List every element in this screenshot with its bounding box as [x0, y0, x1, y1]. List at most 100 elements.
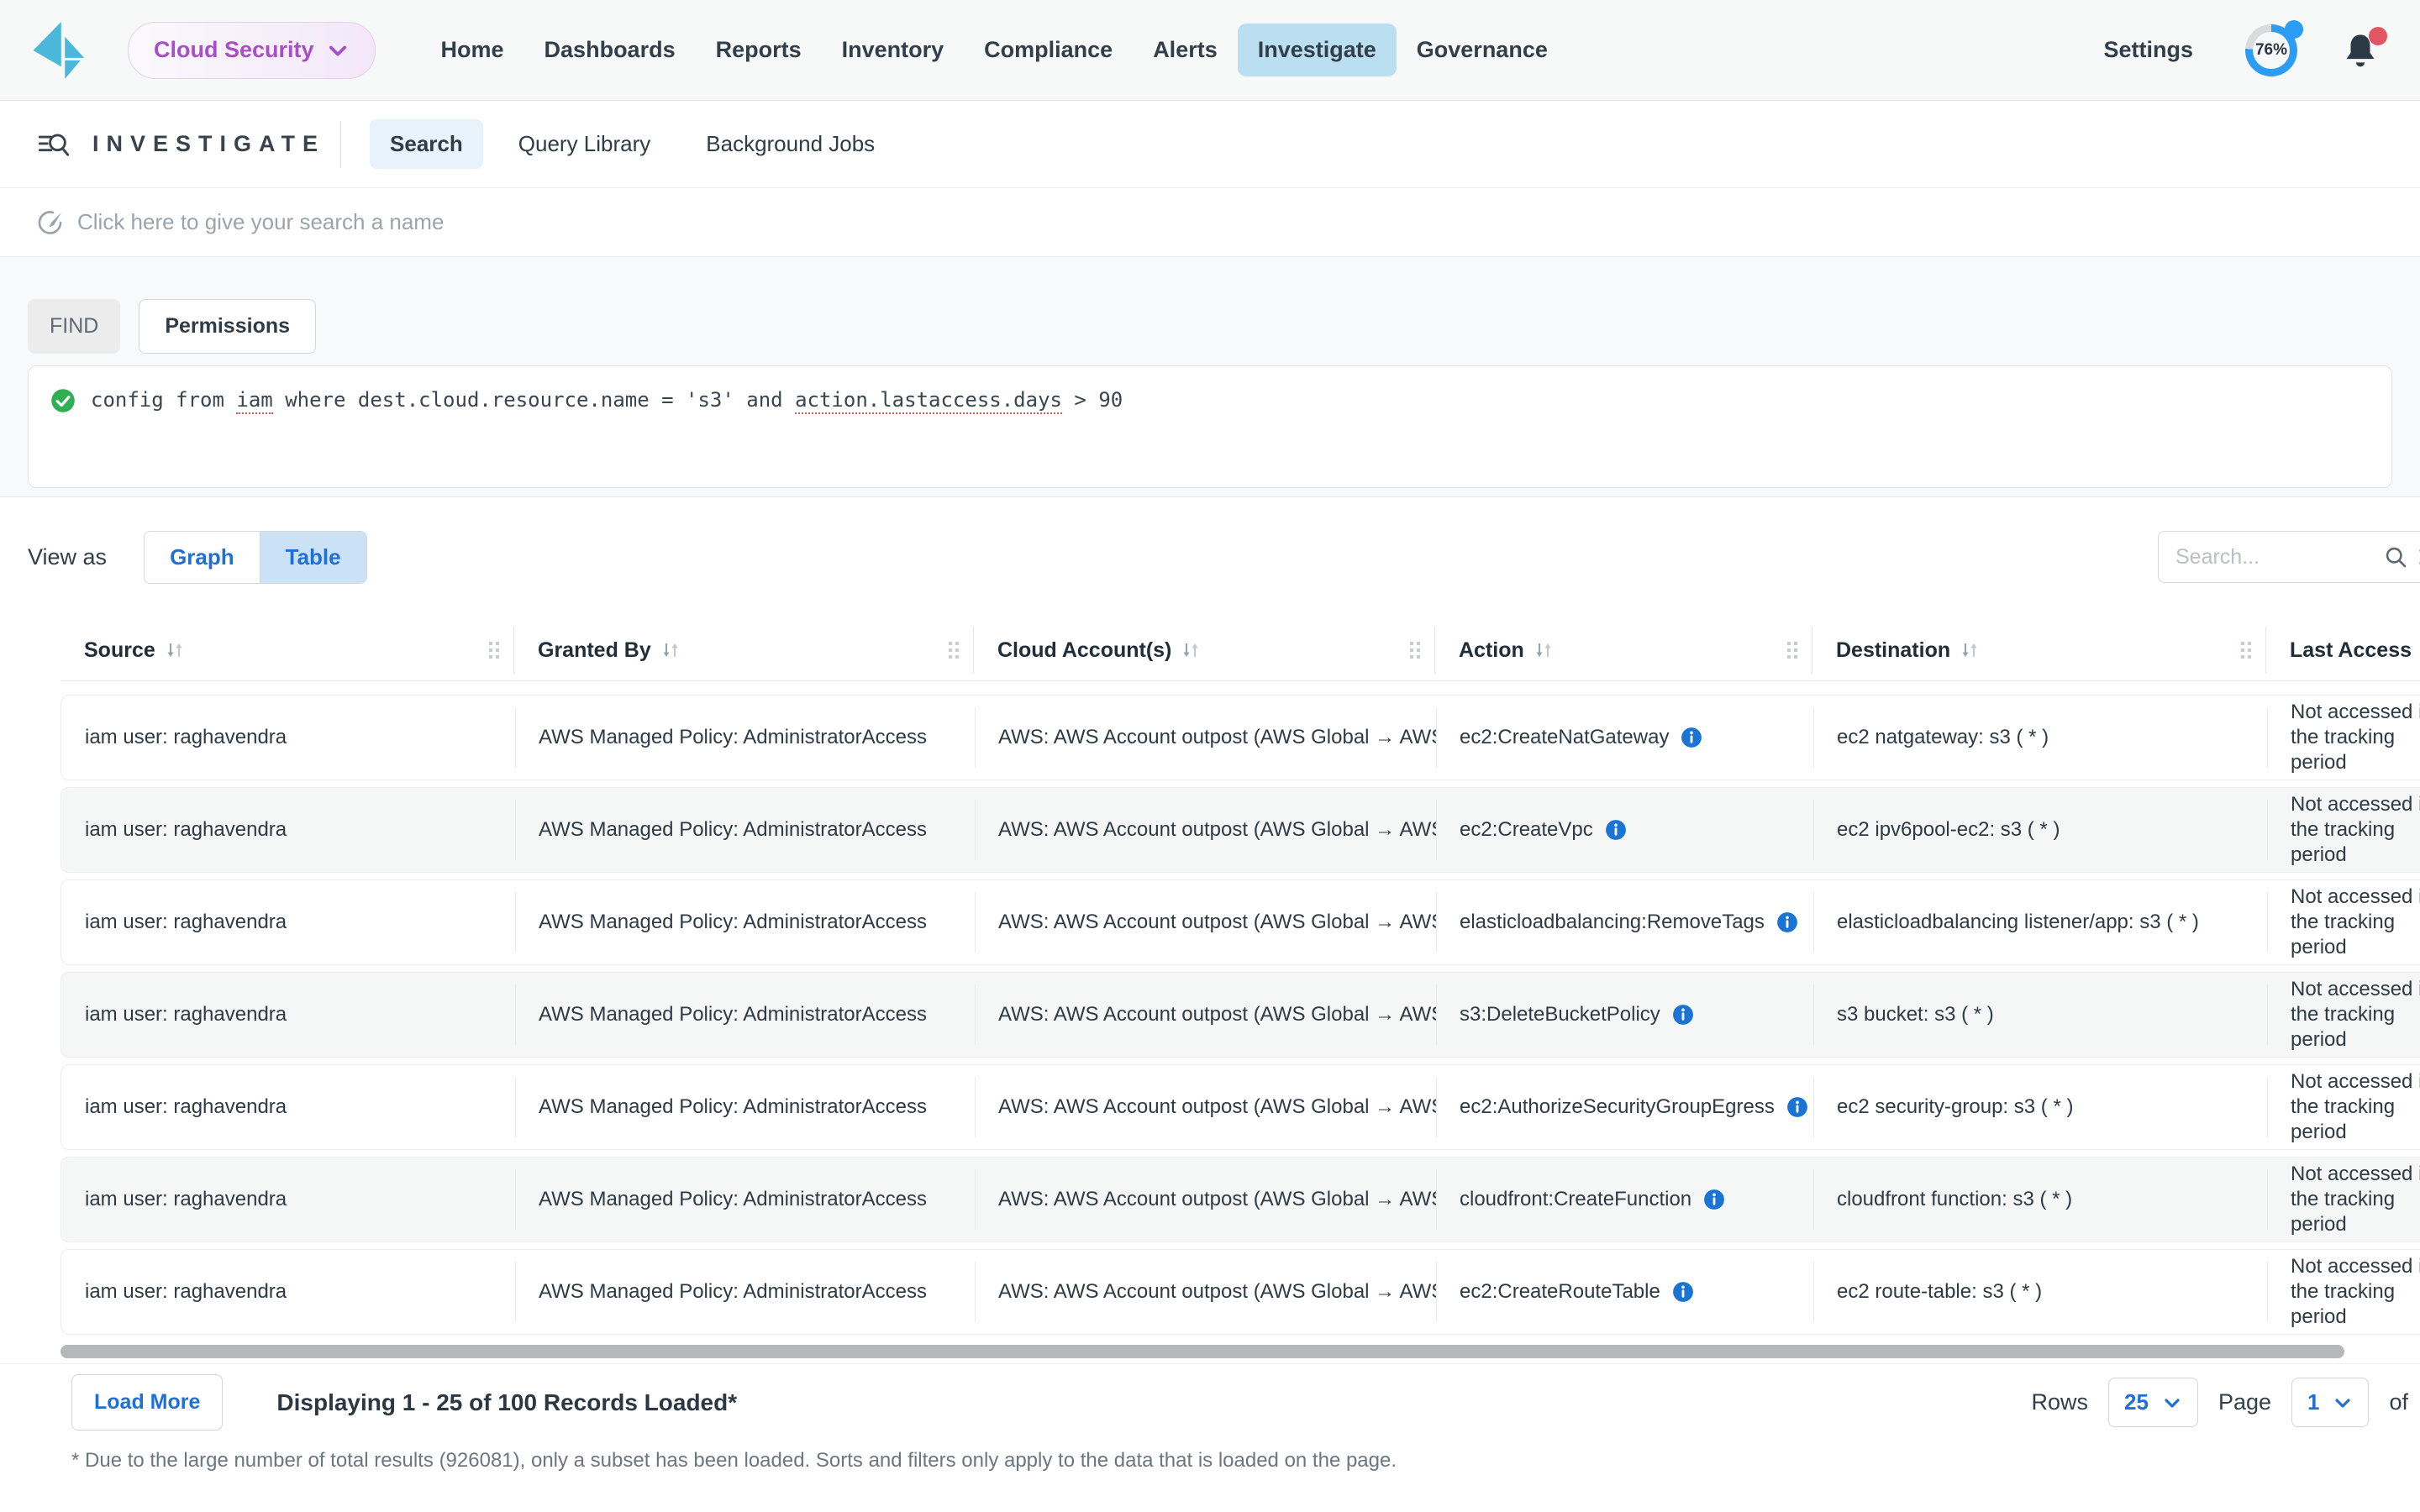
column-label: Action — [1459, 638, 1524, 663]
brand-logo-icon — [32, 19, 94, 81]
view-toggle-graph[interactable]: Graph — [145, 532, 260, 583]
info-icon[interactable] — [1672, 1004, 1694, 1026]
results-table: SourceGranted ByCloud Account(s) Action De… — [60, 620, 2420, 1335]
column-header-granted-by[interactable]: Granted By — [514, 620, 974, 680]
query-token: config from — [91, 388, 236, 412]
table-search-input[interactable] — [2174, 544, 2375, 570]
cell-action: elasticloadbalancing:RemoveTags — [1436, 880, 1813, 964]
column-header-source[interactable]: Source — [60, 620, 514, 680]
page-select[interactable]: 1 — [2291, 1378, 2369, 1427]
product-switcher-label: Cloud Security — [154, 37, 314, 63]
rows-label: Rows — [2032, 1389, 2089, 1415]
app-window: Cloud Security HomeDashboardsReportsInve… — [0, 0, 2420, 1512]
column-header-destination[interactable]: Destination — [1812, 620, 2266, 680]
view-toggle-table[interactable]: Table — [260, 532, 366, 583]
tab-query-library[interactable]: Query Library — [498, 119, 671, 169]
table-row[interactable]: iam user: raghavendraAWS Managed Policy:… — [60, 1249, 2420, 1335]
sort-icon[interactable] — [1180, 639, 1202, 661]
cell-granted-by: AWS Managed Policy: AdministratorAccess — [515, 973, 975, 1057]
sort-icon — [1533, 639, 1555, 661]
cell-granted-by: AWS Managed Policy: AdministratorAccess — [515, 696, 975, 780]
page-value: 1 — [2307, 1389, 2319, 1415]
cell-action: s3:DeleteBucketPolicy — [1436, 973, 1813, 1057]
query-valid-check-icon — [50, 388, 76, 413]
cell-last-access: Not accessed in the tracking period — [2267, 1250, 2420, 1334]
drag-handle[interactable] — [2240, 641, 2253, 659]
load-more-button[interactable]: Load More — [71, 1374, 223, 1431]
cell-last-access: Not accessed in the tracking period — [2267, 880, 2420, 964]
drag-handle-icon — [948, 641, 960, 659]
destination-text: ec2 ipv6pool-ec2: s3 ( * ) — [1837, 818, 2060, 842]
info-icon[interactable] — [1672, 1281, 1694, 1303]
clear-search-icon[interactable] — [2416, 546, 2420, 568]
drag-handle[interactable] — [1409, 641, 1422, 659]
usage-progress-ring[interactable]: 76% — [2245, 24, 2297, 76]
nav-item-governance[interactable]: Governance — [1397, 24, 1568, 76]
cell-destination: ec2 security-group: s3 ( * ) — [1813, 1065, 2267, 1149]
nav-item-alerts[interactable]: Alerts — [1133, 24, 1238, 76]
cell-destination: ec2 route-table: s3 ( * ) — [1813, 1250, 2267, 1334]
info-icon[interactable] — [1703, 1189, 1725, 1210]
table-row[interactable]: iam user: raghavendraAWS Managed Policy:… — [60, 787, 2420, 873]
nav-item-investigate[interactable]: Investigate — [1238, 24, 1397, 76]
horizontal-scrollbar[interactable] — [60, 1345, 2344, 1358]
cell-action: cloudfront:CreateFunction — [1436, 1158, 1813, 1242]
settings-button[interactable]: Settings — [2103, 37, 2193, 63]
tab-search[interactable]: Search — [370, 119, 483, 169]
table-row[interactable]: iam user: raghavendraAWS Managed Policy:… — [60, 972, 2420, 1058]
table-row[interactable]: iam user: raghavendra AWS Managed Policy:… — [60, 1064, 2420, 1150]
cell-source: iam user: raghavendra — [61, 1065, 515, 1149]
page-title: INVESTIGATE — [92, 131, 325, 157]
query-token: where dest.cloud.resource.name = 's3' an… — [273, 388, 795, 412]
drag-handle[interactable] — [488, 641, 501, 659]
search-name-field[interactable]: Click here to give your search a name — [0, 188, 2420, 257]
nav-item-compliance[interactable]: Compliance — [964, 24, 1133, 76]
table-row[interactable]: iam user: raghavendra AWS Managed Policy:… — [60, 695, 2420, 780]
nav-item-home[interactable]: Home — [421, 24, 524, 76]
source-text: iam user: raghavendra — [85, 726, 287, 749]
info-icon[interactable] — [1776, 911, 1798, 933]
product-switcher[interactable]: Cloud Security — [128, 22, 376, 79]
sort-icon[interactable] — [1959, 639, 1981, 661]
cell-last-access: Not accessed in the tracking period — [2267, 696, 2420, 780]
granted-by-text: AWS Managed Policy: AdministratorAccess — [539, 1003, 927, 1026]
search-name-placeholder: Click here to give your search a name — [77, 209, 444, 235]
cell-action: ec2:AuthorizeSecurityGroupEgress — [1436, 1065, 1813, 1149]
granted-by-text: AWS Managed Policy: AdministratorAccess — [539, 1095, 927, 1119]
info-icon — [1703, 1189, 1725, 1210]
rows-per-page-select[interactable]: 25 — [2108, 1378, 2198, 1427]
info-icon[interactable] — [1786, 1096, 1808, 1118]
nav-item-dashboards[interactable]: Dashboards — [524, 24, 696, 76]
column-header-action[interactable]: Action — [1435, 620, 1812, 680]
notifications-button[interactable] — [2341, 31, 2380, 70]
cell-last-access: Not accessed in the tracking period — [2267, 973, 2420, 1057]
table-row[interactable]: iam user: raghavendraAWS Managed Policy:… — [60, 879, 2420, 965]
usage-percent-label: 76% — [2245, 24, 2297, 76]
query-editor[interactable]: config from iam where dest.cloud.resourc… — [28, 365, 2392, 488]
nav-item-inventory[interactable]: Inventory — [822, 24, 965, 76]
info-icon[interactable] — [1605, 819, 1627, 841]
table-row[interactable]: iam user: raghavendraAWS Managed Policy:… — [60, 1157, 2420, 1242]
drag-handle[interactable] — [1786, 641, 1799, 659]
tab-background-jobs[interactable]: Background Jobs — [686, 119, 895, 169]
column-header-cloud-account-s[interactable]: Cloud Account(s) — [974, 620, 1435, 680]
action-text: ec2:CreateRouteTable — [1460, 1280, 1660, 1304]
records-summary: Displaying 1 - 25 of 100 Records Loaded* — [276, 1389, 737, 1416]
table-header: SourceGranted ByCloud Account(s) Action De… — [60, 620, 2420, 681]
query-section: FIND Permissions config from iam where d… — [0, 257, 2420, 497]
search-icon[interactable] — [2384, 545, 2407, 569]
column-header-last-access[interactable]: Last Access — [2266, 620, 2420, 680]
nav-item-reports[interactable]: Reports — [696, 24, 822, 76]
drag-handle[interactable] — [948, 641, 960, 659]
action-text: cloudfront:CreateFunction — [1460, 1188, 1691, 1211]
sort-icon[interactable] — [164, 639, 186, 661]
query-type-button[interactable]: Permissions — [139, 299, 316, 354]
sort-icon[interactable] — [660, 639, 681, 661]
action-text: ec2:CreateVpc — [1460, 818, 1593, 842]
view-toggle: GraphTable — [144, 531, 367, 584]
table-footer: Load More Displaying 1 - 25 of 100 Recor… — [0, 1363, 2420, 1473]
pagination-controls: Rows 25 Page 1 of — [2032, 1378, 2409, 1427]
action-text: s3:DeleteBucketPolicy — [1460, 1003, 1660, 1026]
sort-icon[interactable] — [1533, 639, 1555, 661]
info-icon[interactable] — [1681, 727, 1702, 748]
